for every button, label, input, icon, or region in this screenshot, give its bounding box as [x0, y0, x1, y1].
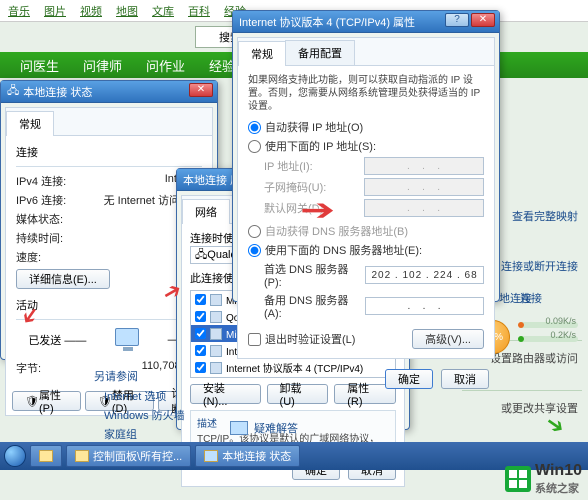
gnav-homework[interactable]: 问作业: [146, 56, 185, 75]
label-gateway: 默认网关(D):: [264, 200, 326, 216]
nav-map[interactable]: 地图: [116, 3, 138, 19]
note-text: 如果网络支持此功能，则可以获取自动指派的 IP 设置。否则，您需要从网络系统管理…: [248, 74, 484, 113]
ok-button[interactable]: 确定: [385, 369, 433, 389]
radio-ip-auto[interactable]: 自动获得 IP 地址(O): [248, 119, 484, 135]
chk-item[interactable]: [195, 311, 206, 322]
component-icon: [210, 345, 222, 357]
see-also-heading: 另请参阅: [94, 368, 264, 384]
tab-alternate[interactable]: 备用配置: [285, 40, 355, 65]
taskbar-item-control-panel[interactable]: 控制面板\所有控...: [66, 445, 191, 467]
label-ipv4: IPv4 连接:: [16, 173, 66, 189]
radio-ip-manual[interactable]: 使用下面的 IP 地址(S):: [248, 138, 484, 154]
mask-input: . . .: [364, 178, 484, 196]
radio-dns-auto[interactable]: 自动获得 DNS 服务器地址(B): [248, 223, 484, 239]
network-activity-icon: [111, 326, 143, 354]
taskbar-item-status[interactable]: 本地连接 状态: [195, 445, 300, 467]
label-media: 媒体状态:: [16, 211, 63, 227]
label-dns2: 备用 DNS 服务器(A):: [264, 292, 365, 320]
nav-baike[interactable]: 百科: [188, 3, 210, 19]
speed-1: 0.09K/s: [545, 316, 576, 326]
chk-validate[interactable]: 退出时验证设置(L): [248, 331, 355, 347]
component-icon: [210, 294, 222, 306]
chk-item[interactable]: [195, 345, 206, 356]
monitor-icon: [230, 421, 248, 435]
label-speed: 速度:: [16, 249, 41, 265]
speed-2: 0.2K/s: [550, 330, 576, 340]
label-dns1: 首选 DNS 服务器(P):: [264, 261, 365, 289]
close-icon[interactable]: ✕: [189, 83, 213, 97]
ip-input: . . .: [364, 157, 484, 175]
chk-item[interactable]: [195, 294, 206, 305]
gateway-input: . . .: [364, 199, 484, 217]
chk-item[interactable]: [195, 328, 206, 339]
dns1-input[interactable]: 202 . 102 . 224 . 68: [365, 266, 484, 284]
label-ipv6: IPv6 连接:: [16, 192, 66, 208]
window-title: 本地连接 状态: [23, 84, 92, 100]
nav-images[interactable]: 图片: [44, 3, 66, 19]
network-icon: [204, 450, 218, 462]
link-internet-options[interactable]: Internet 选项: [104, 388, 264, 404]
link-conn-disconn[interactable]: 连接或断开连接: [501, 258, 578, 274]
folder-icon: [75, 450, 89, 462]
section-connection: 连接: [16, 144, 202, 160]
folder-icon: [39, 450, 53, 462]
label-ip: IP 地址(I):: [264, 158, 313, 174]
dns2-input[interactable]: . . .: [365, 297, 484, 315]
section-activity: 活动: [16, 297, 202, 313]
watermark: Win10 系统之家: [505, 462, 582, 496]
taskbar-item-explorer[interactable]: [30, 445, 62, 467]
cancel-button[interactable]: 取消: [441, 369, 489, 389]
label-sent: 已发送 ——: [28, 332, 86, 348]
titlebar[interactable]: 🖧本地连接 状态 ✕: [1, 81, 217, 103]
windows-logo-icon: [505, 466, 531, 492]
tab-general[interactable]: 常规: [6, 111, 54, 136]
nav-music[interactable]: 音乐: [8, 3, 30, 19]
text-router: 设置路由器或访问: [490, 350, 578, 366]
radio-dns-manual[interactable]: 使用下面的 DNS 服务器地址(E):: [248, 242, 484, 258]
tab-general[interactable]: 常规: [238, 41, 286, 66]
window-ipv4-properties: Internet 协议版本 4 (TCP/IPv4) 属性 ? ✕ 常规 备用配…: [232, 10, 500, 302]
nav-wenku[interactable]: 文库: [152, 3, 174, 19]
label-duration: 持续时间:: [16, 230, 63, 246]
label-mask: 子网掩码(U):: [264, 179, 326, 195]
text-share: 或更改共享设置: [501, 400, 578, 416]
advanced-button[interactable]: 高级(V)...: [412, 329, 484, 349]
titlebar[interactable]: Internet 协议版本 4 (TCP/IPv4) 属性 ? ✕: [233, 11, 499, 33]
link-view-full-map[interactable]: 查看完整映射: [512, 208, 578, 224]
component-icon: [210, 328, 222, 340]
nav-video[interactable]: 视频: [80, 3, 102, 19]
gnav-doctor[interactable]: 问医生: [20, 56, 59, 75]
taskbar: 控制面板\所有控... 本地连接 状态: [0, 442, 588, 470]
label-bytes: 字节:: [16, 360, 41, 376]
start-orb[interactable]: [4, 445, 26, 467]
link-troubleshoot[interactable]: 疑难解答: [230, 420, 298, 436]
properties-button[interactable]: 🛡 属性(P): [12, 391, 81, 411]
window-title: Internet 协议版本 4 (TCP/IPv4) 属性: [239, 14, 415, 30]
close-icon[interactable]: ✕: [471, 13, 495, 27]
tab-network[interactable]: 网络: [182, 199, 230, 224]
component-icon: [210, 311, 222, 323]
details-button[interactable]: 详细信息(E)...: [16, 269, 110, 289]
gnav-lawyer[interactable]: 问律师: [83, 56, 122, 75]
help-icon[interactable]: ?: [445, 13, 469, 27]
